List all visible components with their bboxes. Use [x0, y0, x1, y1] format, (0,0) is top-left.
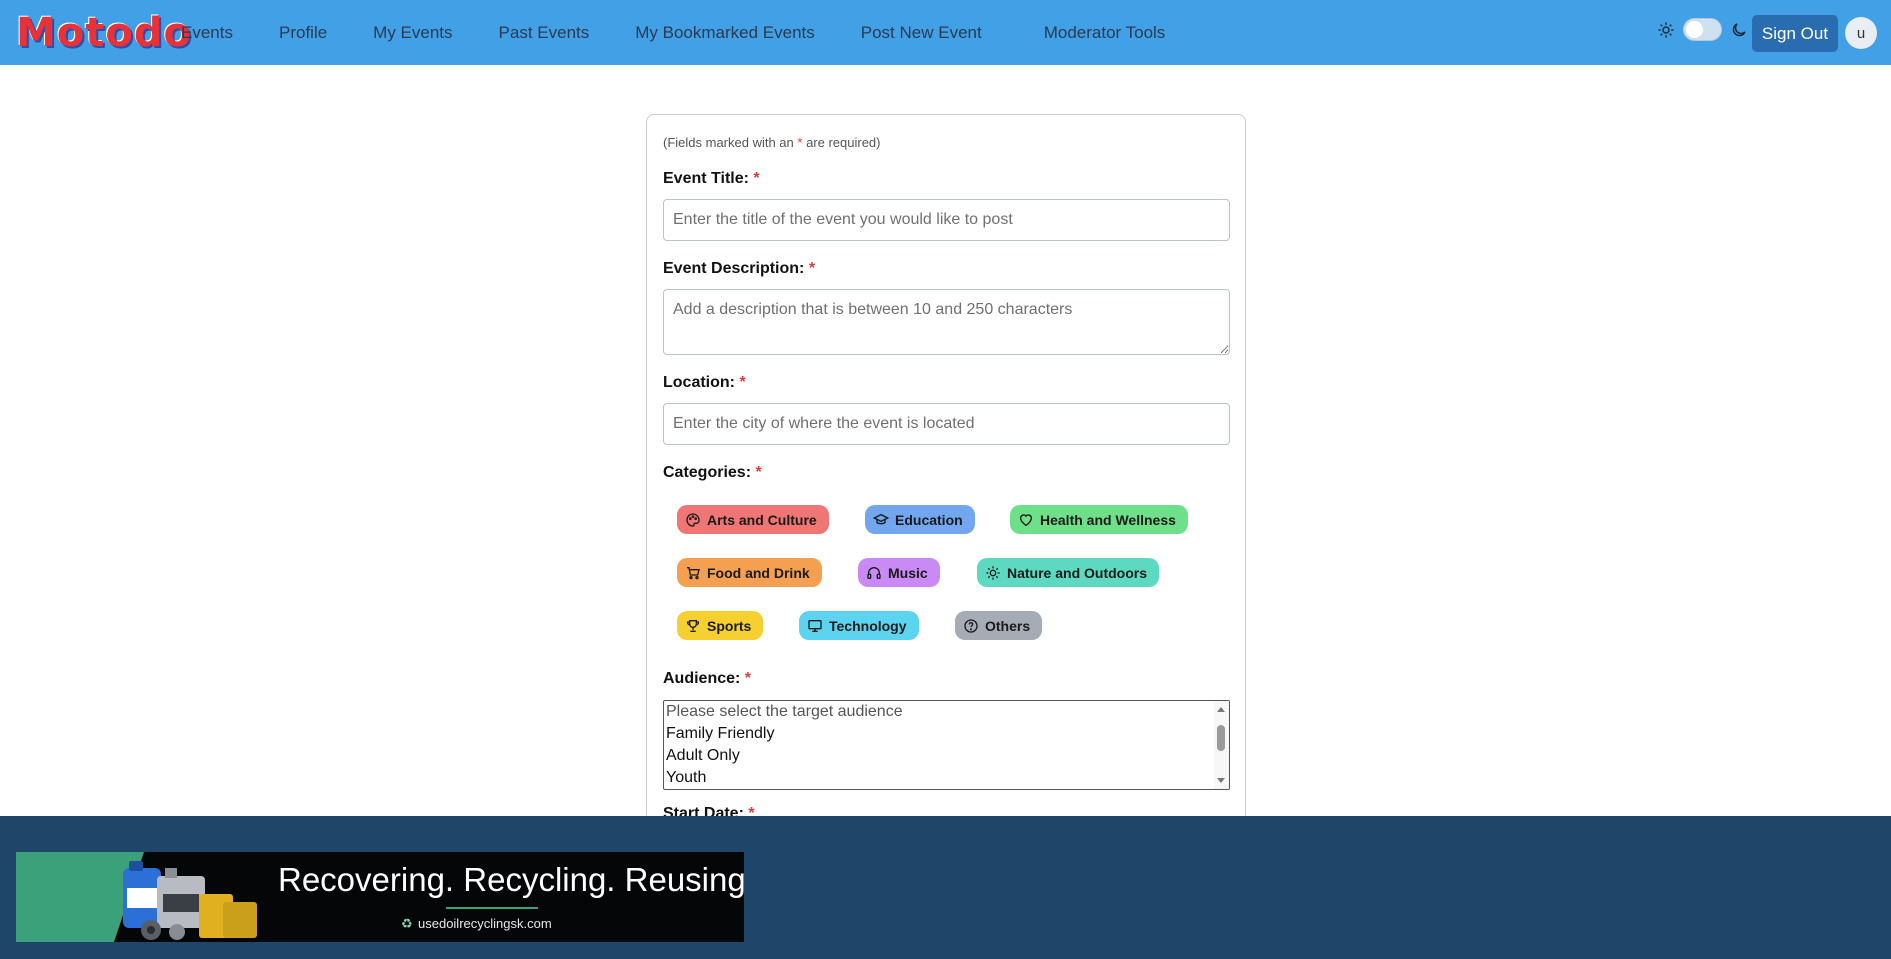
audience-label: Audience: *: [663, 670, 751, 688]
nav-link-moderator-tools[interactable]: Moderator Tools: [1044, 23, 1166, 43]
required-star: *: [808, 260, 816, 277]
nav-link-post-new-event[interactable]: Post New Event: [861, 23, 982, 43]
headphones-icon: [867, 566, 881, 579]
nav-link-profile[interactable]: Profile: [279, 23, 327, 43]
category-chip-nature-and-outdoors[interactable]: Nature and Outdoors: [977, 558, 1160, 587]
category-label: Education: [895, 511, 963, 528]
ad-footer: Recovering. Recycling. Reusing. ♻ usedoi…: [0, 816, 1891, 959]
audience-scrollbar[interactable]: [1214, 701, 1229, 789]
audience-select[interactable]: Please select the target audience Family…: [663, 700, 1230, 790]
trophy-icon: [686, 619, 700, 632]
ad-divider: [446, 907, 538, 909]
location-input[interactable]: [663, 403, 1230, 445]
required-star: *: [744, 670, 752, 687]
category-chip-arts-and-culture[interactable]: Arts and Culture: [677, 505, 829, 534]
audience-option-family-friendly[interactable]: Family Friendly: [664, 723, 1229, 745]
categories-label: Categories: *: [663, 464, 762, 482]
nav-link-events[interactable]: Events: [181, 23, 233, 43]
event-description-label: Event Description: *: [663, 260, 815, 278]
scrollbar-thumb[interactable]: [1217, 725, 1225, 751]
required-fields-note: (Fields marked with an * are required): [663, 135, 881, 150]
user-avatar[interactable]: u: [1845, 17, 1877, 49]
required-note-suffix: are required): [802, 135, 881, 150]
event-title-label-text: Event Title:: [663, 170, 749, 187]
sun-icon: [986, 565, 1000, 580]
nav-link-bookmarked-events[interactable]: My Bookmarked Events: [635, 23, 815, 43]
audience-option-placeholder[interactable]: Please select the target audience: [664, 701, 1229, 723]
ad-url[interactable]: usedoilrecyclingsk.com: [418, 916, 552, 931]
question-circle-icon: [964, 618, 978, 633]
category-label: Arts and Culture: [707, 511, 817, 528]
audience-label-text: Audience:: [663, 670, 741, 687]
event-title-label: Event Title: *: [663, 170, 760, 188]
categories-label-text: Categories:: [663, 464, 752, 481]
graduation-cap-icon: [873, 513, 889, 524]
location-label: Location: *: [663, 374, 746, 392]
category-chip-education[interactable]: Education: [865, 505, 975, 534]
category-label: Others: [985, 617, 1031, 634]
category-label: Sports: [707, 617, 752, 634]
required-star: *: [739, 374, 746, 391]
required-star: *: [755, 464, 762, 481]
sign-out-button[interactable]: Sign Out: [1752, 15, 1838, 52]
required-star: *: [753, 170, 760, 187]
theme-switcher: [1657, 18, 1748, 41]
moon-icon: [1732, 22, 1746, 36]
category-chip-sports[interactable]: Sports: [677, 611, 764, 640]
category-label: Health and Wellness: [1040, 511, 1176, 528]
post-event-form: (Fields marked with an * are required) E…: [646, 114, 1246, 834]
required-note-prefix: (Fields marked with an: [663, 135, 798, 150]
monitor-icon: [808, 619, 822, 632]
ad-headline: Recovering. Recycling. Reusing.: [278, 861, 744, 898]
event-description-label-text: Event Description:: [663, 260, 805, 277]
location-label-text: Location:: [663, 374, 735, 391]
category-chip-technology[interactable]: Technology: [799, 611, 919, 640]
audience-option-youth[interactable]: Youth: [664, 767, 1229, 789]
heart-icon: [1019, 513, 1033, 526]
sun-icon: [1658, 22, 1674, 37]
palette-icon: [686, 512, 700, 527]
category-label: Food and Drink: [707, 564, 810, 581]
nav-link-my-events[interactable]: My Events: [373, 23, 452, 43]
cart-icon: [687, 566, 700, 579]
motodo-logo[interactable]: Motodo: [16, 9, 192, 57]
scroll-up-arrow-icon[interactable]: [1217, 707, 1225, 712]
audience-option-adult-only[interactable]: Adult Only: [664, 745, 1229, 767]
category-chip-food-and-drink[interactable]: Food and Drink: [677, 558, 822, 587]
scroll-down-arrow-icon[interactable]: [1217, 778, 1225, 783]
category-chip-health-and-wellness[interactable]: Health and Wellness: [1010, 505, 1188, 534]
category-chip-music[interactable]: Music: [858, 558, 940, 587]
nav-links: Events Profile My Events Past Events My …: [181, 0, 1211, 65]
category-label: Nature and Outdoors: [1007, 564, 1148, 581]
dark-mode-toggle[interactable]: [1683, 18, 1722, 41]
category-label: Technology: [829, 617, 907, 634]
recycle-icon: ♻: [401, 916, 413, 931]
oil-containers-image: [123, 861, 257, 940]
ad-banner[interactable]: Recovering. Recycling. Reusing. ♻ usedoi…: [16, 852, 744, 942]
nav-link-past-events[interactable]: Past Events: [499, 23, 590, 43]
toggle-knob: [1686, 21, 1703, 38]
category-chip-others[interactable]: Others: [955, 611, 1043, 640]
top-navbar: Motodo Events Profile My Events Past Eve…: [0, 0, 1891, 65]
event-title-input[interactable]: [663, 199, 1230, 241]
event-description-textarea[interactable]: [663, 289, 1230, 355]
category-label: Music: [888, 564, 928, 581]
